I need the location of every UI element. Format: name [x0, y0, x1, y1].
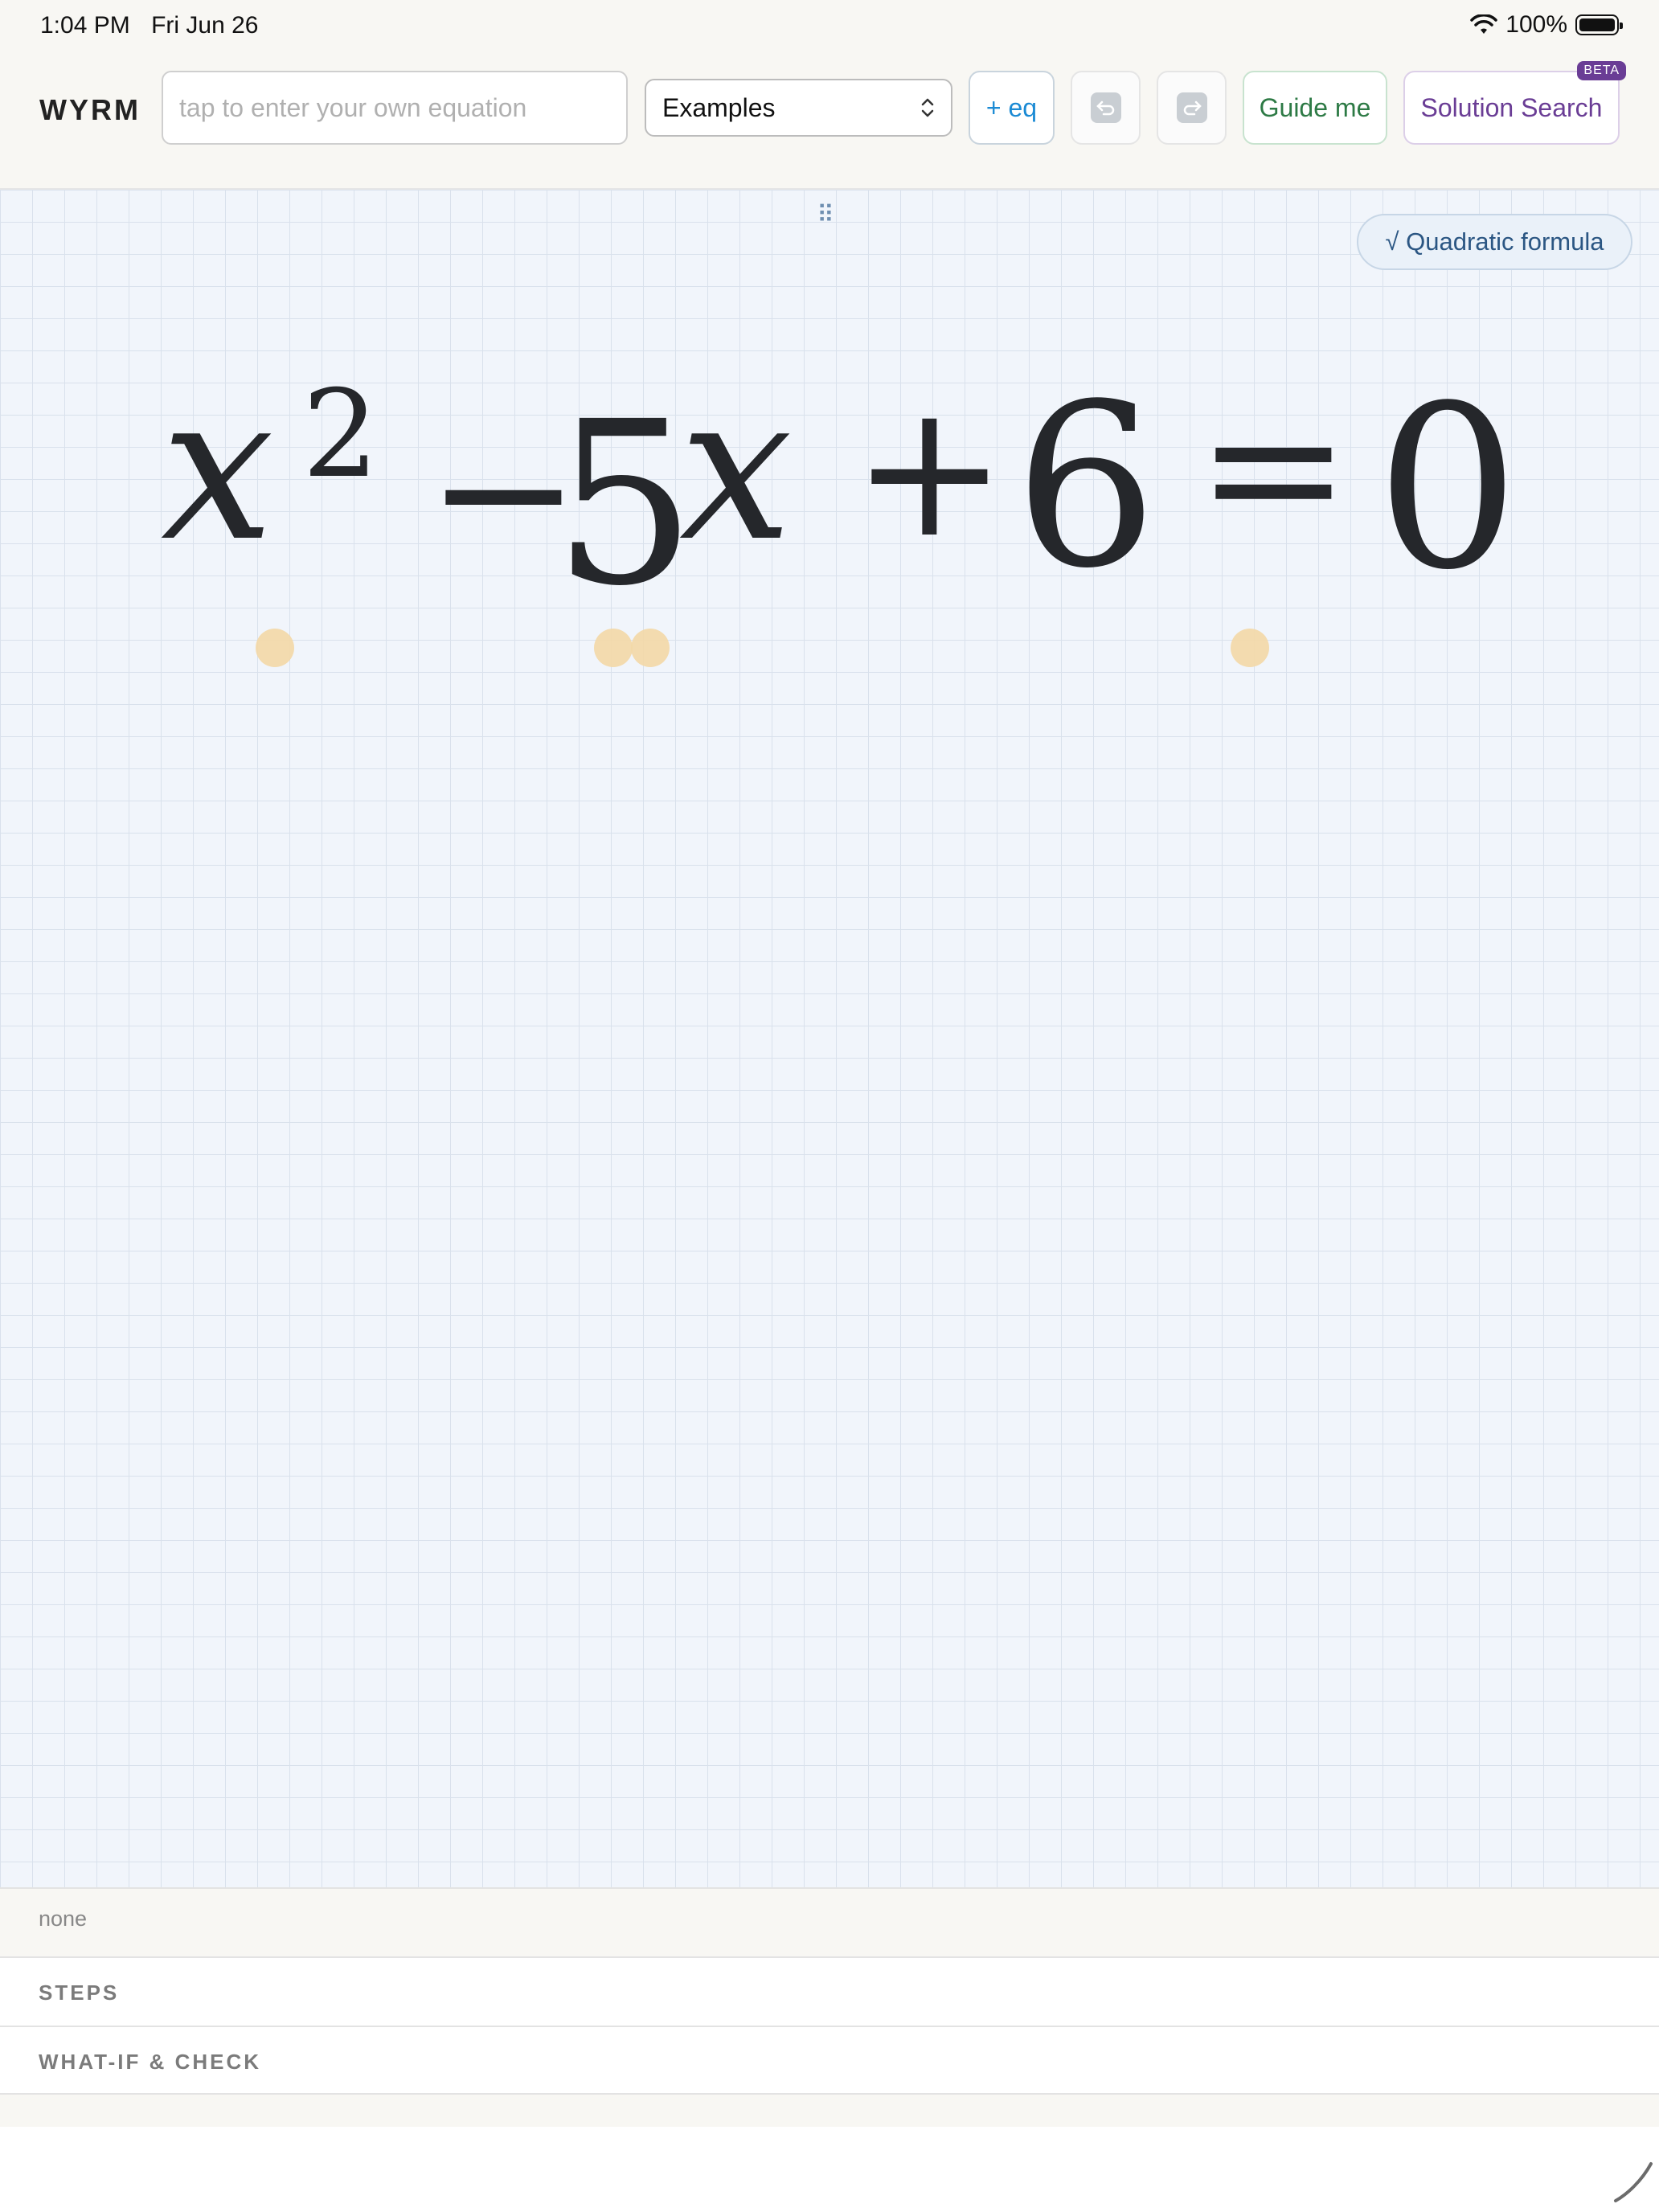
term-x-linear[interactable]: x	[679, 368, 793, 569]
drag-target-dot[interactable]	[594, 629, 633, 667]
app-brand: WYRM	[39, 93, 141, 126]
pencil-icon[interactable]	[1609, 2159, 1654, 2204]
equation-canvas[interactable]: ⠿ √ Quadratic formula x 2 − 5 x + 6 = 0	[0, 190, 1659, 1887]
add-equation-button[interactable]: + eq	[969, 71, 1055, 145]
drag-target-dot[interactable]	[256, 629, 294, 667]
what-if-heading: WHAT-IF & CHECK	[39, 2050, 262, 2074]
equation-input[interactable]	[162, 71, 628, 145]
term-six[interactable]: 6	[1014, 375, 1157, 600]
status-date-text: Fri Jun 26	[151, 12, 259, 39]
steps-section[interactable]: STEPS	[0, 1956, 1659, 2026]
undo-icon	[1090, 92, 1121, 123]
chevron-up-down-icon	[921, 98, 934, 117]
solution-search-label: Solution Search	[1420, 92, 1603, 122]
term-plus[interactable]: +	[852, 379, 1007, 564]
status-bar: 1:04 PM Fri Jun 26 100%	[0, 0, 1659, 51]
status-time-text: 1:04 PM	[40, 12, 130, 39]
examples-select[interactable]: Examples	[645, 79, 952, 137]
undo-button[interactable]	[1071, 71, 1141, 145]
examples-select-label: Examples	[662, 92, 776, 122]
term-equals: =	[1196, 361, 1351, 576]
steps-heading: STEPS	[39, 1981, 120, 2005]
status-right: 100%	[1470, 11, 1623, 39]
add-equation-label: + eq	[985, 92, 1038, 122]
solution-search-button[interactable]: Solution Search BETA	[1403, 61, 1626, 145]
beta-badge: BETA	[1577, 61, 1626, 80]
drag-target-dot[interactable]	[1231, 629, 1269, 667]
selection-status-text: none	[39, 1907, 88, 1931]
term-exponent[interactable]: 2	[302, 375, 379, 495]
guide-me-button[interactable]: Guide me	[1243, 71, 1387, 145]
battery-percent: 100%	[1505, 11, 1567, 38]
selection-status: none	[0, 1887, 1659, 1956]
equation-display: x 2 − 5 x + 6 = 0	[0, 190, 1659, 752]
term-x[interactable]: x	[161, 368, 274, 569]
toolbar: WYRM Examples + eq Guide me Solution Sea…	[0, 51, 1659, 190]
term-five[interactable]: 5	[553, 392, 696, 617]
status-time: 1:04 PM Fri Jun 26	[40, 12, 258, 39]
footer-strip	[0, 2095, 1659, 2127]
battery-icon	[1575, 14, 1623, 35]
redo-button[interactable]	[1157, 71, 1227, 145]
term-zero[interactable]: 0	[1376, 376, 1519, 601]
redo-icon	[1176, 92, 1207, 123]
drag-target-dot[interactable]	[631, 629, 670, 667]
guide-me-label: Guide me	[1259, 92, 1371, 122]
wifi-icon	[1470, 14, 1498, 34]
what-if-section[interactable]: WHAT-IF & CHECK	[0, 2026, 1659, 2095]
